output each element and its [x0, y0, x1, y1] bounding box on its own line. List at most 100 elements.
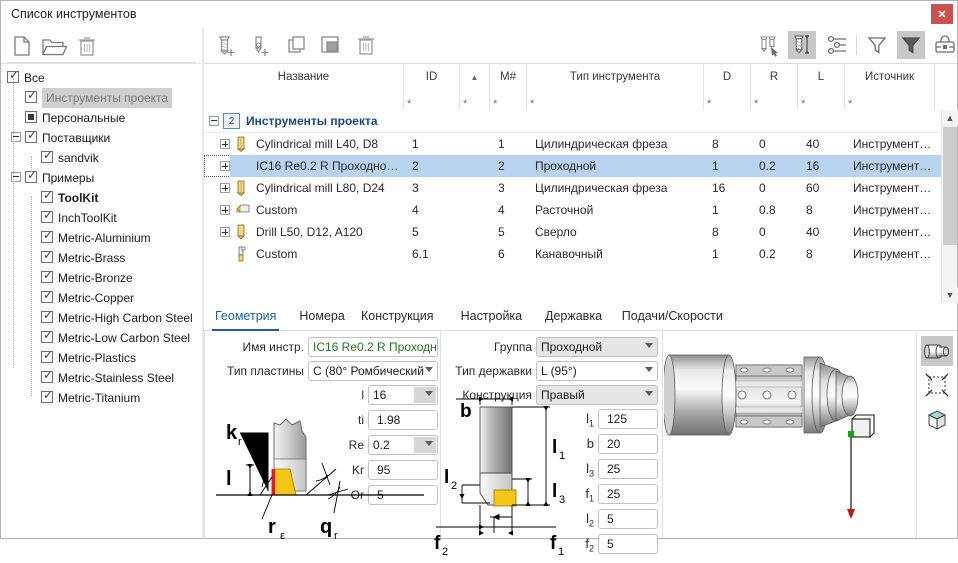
insert-param-value: 16 — [373, 388, 386, 402]
group-select[interactable]: Проходной — [536, 337, 658, 357]
copy-icon[interactable] — [282, 31, 310, 59]
holder-param-l1-input[interactable]: 125 — [598, 409, 658, 429]
table-row[interactable]: Cylindrical mill L80, D2433Цилиндрическа… — [204, 177, 941, 199]
group-select-value: Проходной — [541, 340, 602, 354]
tree-checkbox[interactable]: ✓ — [25, 171, 37, 183]
select-tool-icon[interactable] — [755, 31, 783, 59]
cell-sort — [460, 199, 490, 221]
tab-номера[interactable]: Номера — [296, 307, 347, 329]
view-solid-icon[interactable] — [921, 336, 953, 366]
view-bounds-icon[interactable] — [921, 370, 953, 400]
cell-r: 0 — [751, 133, 798, 155]
tree-checkbox[interactable]: ✓ — [41, 351, 53, 363]
tab-настройка[interactable]: Настройка — [458, 307, 526, 329]
filter-cell-last[interactable] — [935, 90, 958, 110]
tree-checkbox[interactable]: ✓ — [41, 211, 53, 223]
table-row[interactable]: Custom6.16Канавочный10.28Инструмент… — [204, 243, 941, 265]
tree-item--[interactable]: ✓Инструменты проекта — [1, 88, 202, 108]
filter-cell-name[interactable] — [204, 90, 404, 110]
filter-cell-sort[interactable]: * — [460, 90, 490, 110]
add-drill-tool-icon[interactable] — [246, 31, 274, 59]
holder-param-l3-input[interactable]: 25 — [598, 459, 658, 479]
column-header-type[interactable]: Тип инструмента — [527, 64, 704, 90]
table-scrollbar[interactable]: ▲ ▼ — [941, 110, 957, 303]
table-filter-row[interactable]: ******** — [204, 90, 957, 111]
row-expander-icon[interactable] — [220, 139, 230, 149]
delete-icon[interactable] — [73, 32, 101, 60]
tree-checkbox[interactable]: ✓ — [41, 291, 53, 303]
column-header-sort[interactable]: ▲ — [460, 64, 490, 90]
tree-checkbox[interactable]: ✓ — [41, 151, 53, 163]
library-tree[interactable]: ✓Все✓Инструменты проектаПерсональные✓Пос… — [1, 64, 202, 538]
tree-checkbox[interactable]: ✓ — [41, 371, 53, 383]
column-header-l[interactable]: L — [798, 64, 845, 90]
settings-sliders-icon[interactable] — [824, 31, 852, 59]
column-header-src[interactable]: Источник — [845, 64, 935, 90]
tool-measure-icon[interactable] — [788, 31, 816, 59]
open-folder-icon[interactable] — [39, 32, 67, 60]
filter-active-icon[interactable] — [897, 31, 925, 59]
scroll-up-arrow[interactable]: ▲ — [942, 110, 958, 126]
column-header-last[interactable] — [935, 64, 958, 90]
table-group-row[interactable]: 2 Инструменты проекта — [204, 110, 941, 133]
tab-державка[interactable]: Державка — [542, 307, 605, 329]
tree-item--[interactable]: Персональные — [1, 108, 202, 128]
table-row[interactable]: Custom44Расточной10.88Инструмент… — [204, 199, 941, 221]
column-header-d[interactable]: D — [704, 64, 751, 90]
filter-cell-id[interactable]: * — [404, 90, 460, 110]
tree-checkbox[interactable]: ✓ — [41, 331, 53, 343]
tree-checkbox[interactable]: ✓ — [41, 191, 53, 203]
delete-icon[interactable] — [352, 31, 380, 59]
holder-param-b-input[interactable]: 20 — [598, 434, 658, 454]
tree-checkbox[interactable]: ✓ — [41, 251, 53, 263]
column-header-m[interactable]: M# — [490, 64, 527, 90]
tool-name-input[interactable]: IC16 Re0.2 R Проходн — [308, 337, 438, 357]
add-mill-tool-icon[interactable] — [212, 31, 240, 59]
tab-подачи-скорости[interactable]: Подачи/Скорости — [619, 307, 726, 329]
scroll-down-arrow[interactable]: ▼ — [942, 287, 958, 303]
tree-item--[interactable]: ✓Все — [1, 68, 202, 88]
holder-param-l2-input[interactable]: 5 — [598, 509, 658, 529]
row-expander-icon[interactable] — [220, 227, 230, 237]
row-expander-icon[interactable] — [220, 161, 230, 171]
tree-checkbox[interactable] — [25, 111, 37, 123]
table-row[interactable]: IC16 Re0.2 R Проходной tool22Проходной10… — [204, 155, 941, 177]
tree-checkbox[interactable]: ✓ — [25, 91, 37, 103]
tab-конструкция[interactable]: Конструкция — [358, 307, 437, 329]
row-expander-icon[interactable] — [220, 205, 230, 215]
filter-cell-d[interactable]: * — [704, 90, 751, 110]
paste-icon[interactable] — [316, 31, 344, 59]
column-header-r[interactable]: R — [751, 64, 798, 90]
tree-checkbox[interactable]: ✓ — [41, 231, 53, 243]
filter-empty-icon[interactable] — [863, 31, 891, 59]
tab-геометрия[interactable]: Геометрия — [212, 307, 279, 331]
toolbox-icon[interactable] — [931, 31, 958, 59]
tree-checkbox[interactable]: ✓ — [41, 271, 53, 283]
filter-cell-m[interactable]: * — [490, 90, 527, 110]
filter-cell-l[interactable]: * — [798, 90, 845, 110]
tree-item--[interactable]: ✓Поставщики — [1, 128, 202, 148]
row-expander-icon[interactable] — [220, 183, 230, 193]
tree-checkbox[interactable]: ✓ — [41, 391, 53, 403]
filter-cell-src[interactable]: * — [845, 90, 935, 110]
filter-cell-type[interactable]: * — [527, 90, 704, 110]
svg-text:2: 2 — [442, 546, 448, 558]
cell-l: 40 — [798, 221, 845, 243]
filter-cell-r[interactable]: * — [751, 90, 798, 110]
tree-checkbox[interactable]: ✓ — [25, 131, 37, 143]
holder-param-f2-input[interactable]: 5 — [598, 534, 658, 554]
close-button[interactable]: ✕ — [931, 4, 953, 24]
table-row[interactable]: Cylindrical mill L40, D811Цилиндрическая… — [204, 133, 941, 155]
table-row[interactable]: Drill L50, D12, A12055Сверло8040Инструме… — [204, 221, 941, 243]
scrollbar-thumb[interactable] — [943, 127, 957, 245]
column-header-name[interactable]: Название — [204, 64, 404, 90]
new-file-icon[interactable] — [7, 32, 35, 60]
group-collapse-icon[interactable] — [209, 116, 219, 126]
insert-type-select[interactable]: C (80° Ромбический — [308, 361, 438, 381]
view-wireframe-icon[interactable] — [921, 404, 953, 434]
tool-3d-preview[interactable] — [664, 333, 914, 563]
column-header-id[interactable]: ID — [404, 64, 460, 90]
tree-checkbox[interactable]: ✓ — [41, 311, 53, 323]
holder-param-f1-input[interactable]: 25 — [598, 484, 658, 504]
holder-type-select[interactable]: L (95°) — [536, 361, 658, 381]
